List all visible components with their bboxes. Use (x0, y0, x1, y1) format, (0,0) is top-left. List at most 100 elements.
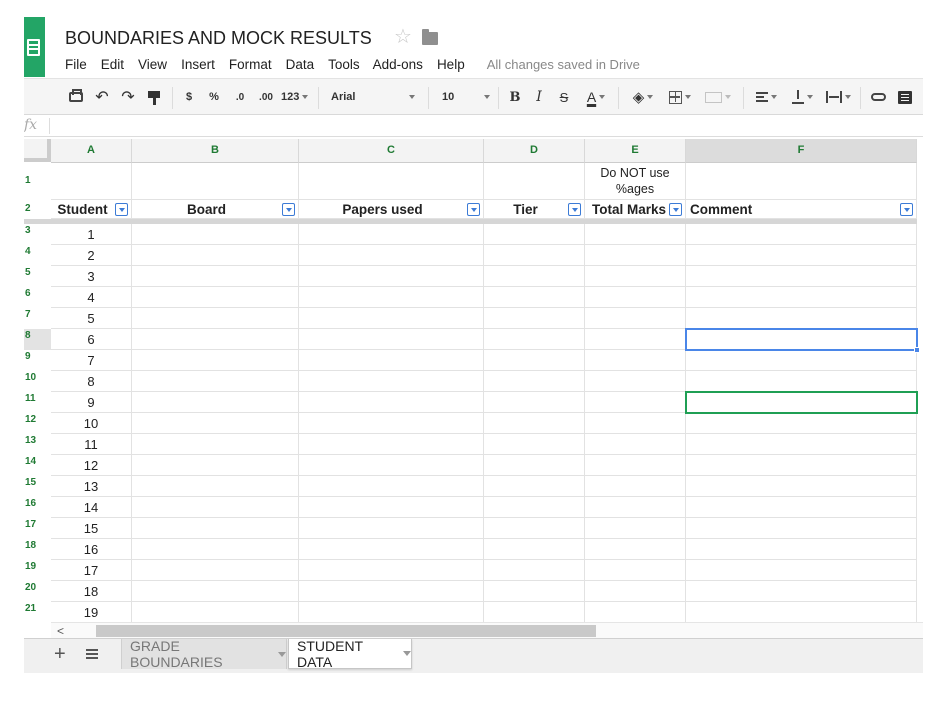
column-header-c[interactable]: C (299, 139, 484, 163)
folder-icon[interactable] (422, 29, 438, 45)
note-cell[interactable]: Do NOT use %ages (585, 163, 686, 200)
menu-file[interactable]: File (65, 57, 87, 72)
cell-f17[interactable] (686, 518, 917, 539)
column-header-d[interactable]: D (484, 139, 585, 163)
cell-e6[interactable] (585, 287, 686, 308)
cell-a14[interactable]: 12 (51, 455, 132, 476)
cell-b20[interactable] (132, 581, 299, 602)
row-header-17[interactable]: 17 (24, 518, 51, 539)
row-header-6[interactable]: 6 (24, 287, 51, 308)
cell-c1[interactable] (299, 163, 484, 200)
cell-d14[interactable] (484, 455, 585, 476)
row-header-19[interactable]: 19 (24, 560, 51, 581)
cell-b17[interactable] (132, 518, 299, 539)
cell-e12[interactable] (585, 413, 686, 434)
cell-a19[interactable]: 17 (51, 560, 132, 581)
cell-c6[interactable] (299, 287, 484, 308)
horizontal-align-button[interactable] (752, 88, 780, 106)
cell-c5[interactable] (299, 266, 484, 287)
cell-a7[interactable]: 5 (51, 308, 132, 329)
cell-f3[interactable] (686, 224, 917, 245)
cell-b1[interactable] (132, 163, 299, 200)
bold-button[interactable]: B (508, 88, 522, 106)
filter-dropdown-icon[interactable] (900, 203, 913, 216)
cell-a18[interactable]: 16 (51, 539, 132, 560)
table-header-a[interactable]: Student (51, 200, 132, 219)
cell-e5[interactable] (585, 266, 686, 287)
more-formats-dropdown[interactable]: 123 (281, 88, 311, 106)
cell-d18[interactable] (484, 539, 585, 560)
cell-c20[interactable] (299, 581, 484, 602)
cell-b19[interactable] (132, 560, 299, 581)
cell-b6[interactable] (132, 287, 299, 308)
horizontal-scrollbar[interactable]: < (51, 622, 923, 638)
cell-a8[interactable]: 6 (51, 329, 132, 350)
save-status[interactable]: All changes saved in Drive (487, 57, 640, 72)
cell-d13[interactable] (484, 434, 585, 455)
cell-e15[interactable] (585, 476, 686, 497)
sheets-logo-icon[interactable] (24, 17, 45, 77)
row-header-13[interactable]: 13 (24, 434, 51, 455)
cell-c16[interactable] (299, 497, 484, 518)
cell-b21[interactable] (132, 602, 299, 623)
row-header-18[interactable]: 18 (24, 539, 51, 560)
cell-f13[interactable] (686, 434, 917, 455)
cell-d11[interactable] (484, 392, 585, 413)
cell-f12[interactable] (686, 413, 917, 434)
undo-button[interactable]: ↶ (93, 88, 111, 106)
fill-color-button[interactable]: ◈ (628, 88, 658, 106)
insert-link-button[interactable] (869, 88, 887, 106)
cell-f18[interactable] (686, 539, 917, 560)
cell-f6[interactable] (686, 287, 917, 308)
star-icon[interactable]: ☆ (394, 26, 412, 48)
cell-a10[interactable]: 8 (51, 371, 132, 392)
cell-c7[interactable] (299, 308, 484, 329)
filter-dropdown-icon[interactable] (115, 203, 128, 216)
cell-d6[interactable] (484, 287, 585, 308)
cell-b4[interactable] (132, 245, 299, 266)
cell-f14[interactable] (686, 455, 917, 476)
cell-a13[interactable]: 11 (51, 434, 132, 455)
chevron-down-icon[interactable] (403, 651, 411, 656)
cell-b11[interactable] (132, 392, 299, 413)
fill-handle[interactable] (914, 347, 920, 353)
menu-format[interactable]: Format (229, 57, 272, 72)
table-header-f[interactable]: Comment (686, 200, 917, 219)
row-header-11[interactable]: 11 (24, 392, 51, 413)
cell-f1[interactable] (686, 163, 917, 200)
cell-c9[interactable] (299, 350, 484, 371)
cell-c18[interactable] (299, 539, 484, 560)
cell-e10[interactable] (585, 371, 686, 392)
italic-button[interactable]: I (532, 88, 546, 106)
document-title[interactable]: BOUNDARIES AND MOCK RESULTS (65, 28, 372, 49)
row-header-20[interactable]: 20 (24, 581, 51, 602)
cell-d17[interactable] (484, 518, 585, 539)
cell-a6[interactable]: 4 (51, 287, 132, 308)
font-family-dropdown[interactable]: Arial (331, 88, 415, 106)
cell-a1[interactable] (51, 163, 132, 200)
cell-a20[interactable]: 18 (51, 581, 132, 602)
cell-d9[interactable] (484, 350, 585, 371)
tab-grade-boundaries[interactable]: GRADE BOUNDARIES (121, 638, 287, 670)
cell-c11[interactable] (299, 392, 484, 413)
cell-f16[interactable] (686, 497, 917, 518)
cell-d8[interactable] (484, 329, 585, 350)
cell-e14[interactable] (585, 455, 686, 476)
chevron-down-icon[interactable] (278, 651, 286, 657)
cell-a3[interactable]: 1 (51, 224, 132, 245)
cell-d15[interactable] (484, 476, 585, 497)
increase-decimals-button[interactable]: .00 (256, 88, 276, 106)
collaborator-cell-selection[interactable] (685, 391, 918, 414)
cell-b8[interactable] (132, 329, 299, 350)
tab-student-data[interactable]: STUDENT DATA (288, 638, 412, 670)
column-header-b[interactable]: B (132, 139, 299, 163)
row-header-16[interactable]: 16 (24, 497, 51, 518)
cell-d12[interactable] (484, 413, 585, 434)
vertical-align-button[interactable] (788, 88, 816, 106)
cell-e20[interactable] (585, 581, 686, 602)
cell-f20[interactable] (686, 581, 917, 602)
cell-a4[interactable]: 2 (51, 245, 132, 266)
table-header-c[interactable]: Papers used (299, 200, 484, 219)
cell-e16[interactable] (585, 497, 686, 518)
strikethrough-button[interactable]: S (557, 88, 571, 106)
